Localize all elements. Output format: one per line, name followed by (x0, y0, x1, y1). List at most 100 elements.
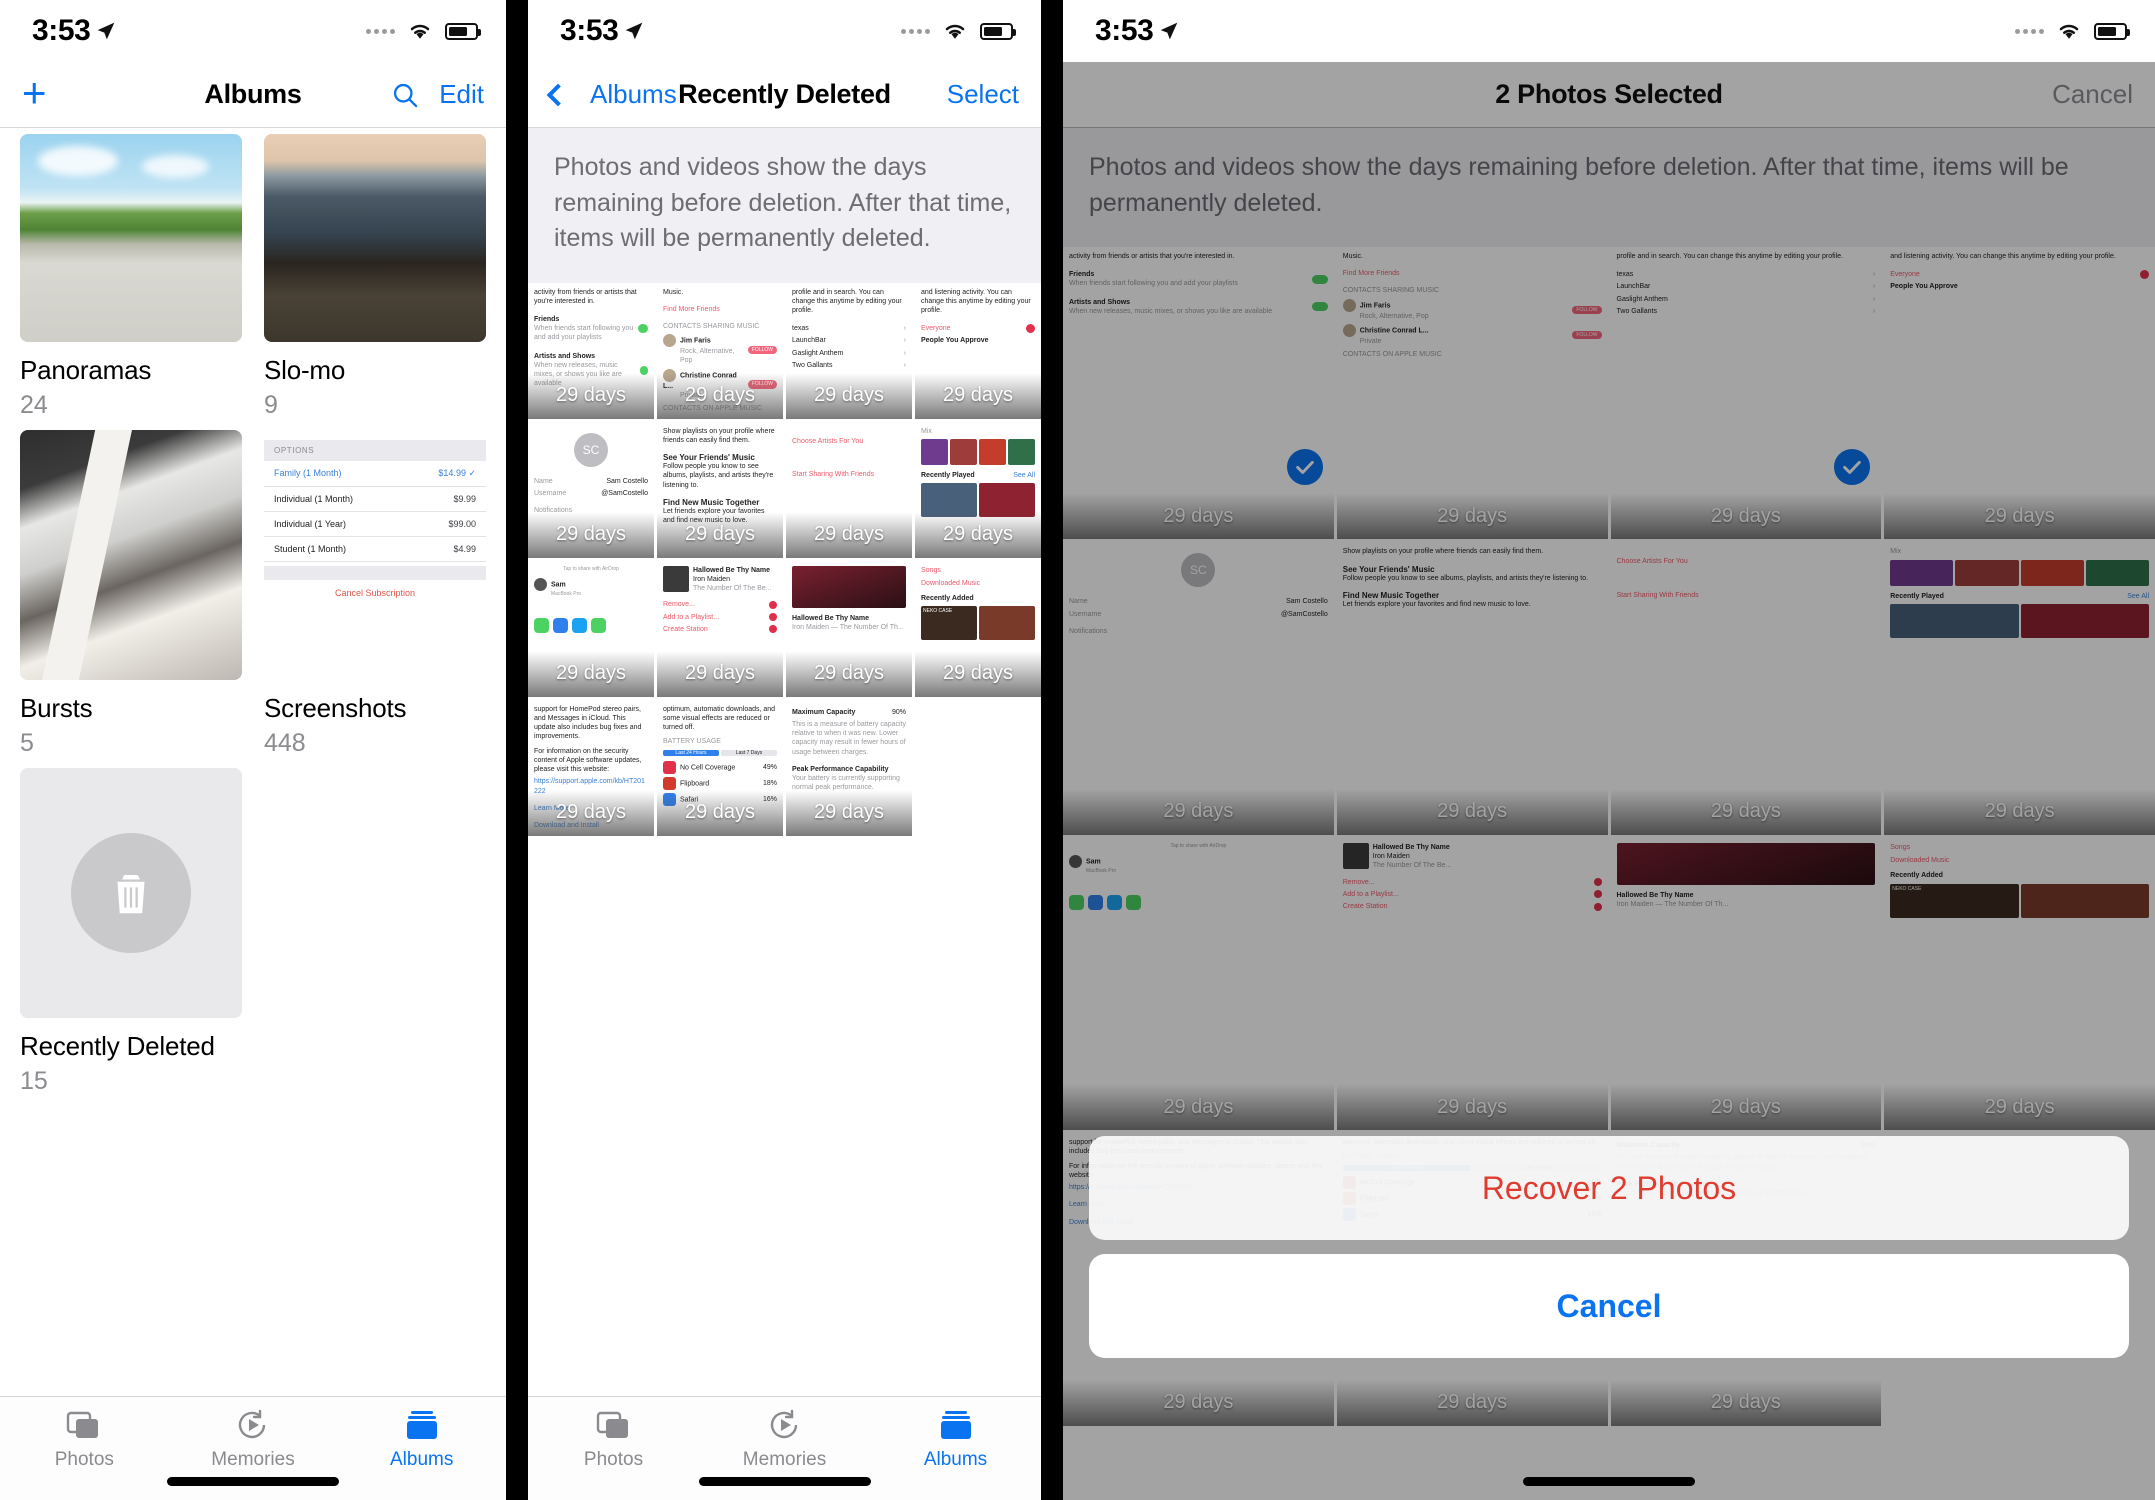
cancel-selection-button[interactable]: Cancel (2052, 79, 2133, 110)
option-price: $14.99 ✓ (438, 468, 476, 478)
back-button[interactable]: Albums (546, 79, 677, 110)
select-button[interactable]: Select (947, 79, 1019, 110)
battery-icon (445, 22, 481, 40)
days-remaining-label: 29 days (657, 511, 783, 558)
panel-divider (1041, 0, 1063, 1500)
days-remaining-label: 29 days (657, 650, 783, 697)
album-name: Recently Deleted (20, 1031, 215, 1061)
divider (264, 566, 486, 580)
days-remaining-label: 29 days (528, 511, 654, 558)
album-thumbnail (20, 768, 242, 1018)
nav-right-1: Edit (391, 79, 484, 110)
deleted-photo-cell[interactable]: Tap to share with AirDrop Sam MacBook Pro… (528, 560, 654, 697)
tab-bar-2: Photos Memories Albums (528, 1396, 1041, 1500)
trash-icon (71, 833, 191, 953)
panel-albums: 3:53 + Albums Edit Panoramas 24 Slo-mo 9… (0, 0, 506, 1500)
home-indicator (1523, 1477, 1695, 1486)
album-thumbnail (20, 430, 242, 680)
signal-dots-icon (366, 28, 395, 34)
three-panel-screenshot: 3:53 + Albums Edit Panoramas 24 Slo-mo 9… (0, 0, 2155, 1500)
days-remaining-label: 29 days (786, 511, 912, 558)
status-right-3 (2015, 21, 2130, 41)
deleted-photo-cell[interactable]: Choose Artists For You Start Sharing Wit… (786, 421, 912, 558)
screenshot-preview: OPTIONS Family (1 Month) $14.99 ✓ Indivi… (264, 430, 486, 680)
tab-label: Albums (923, 1449, 988, 1470)
tab-label: Memories (742, 1449, 827, 1470)
deleted-photo-cell[interactable]: Music. Find More Friends CONTACTS SHARIN… (657, 282, 783, 419)
status-time-3: 3:53 (1095, 14, 1179, 48)
option-label: Family (1 Month) (274, 468, 342, 478)
album-count: 448 (264, 729, 306, 757)
photos-icon (67, 1411, 99, 1438)
deleted-photo-cell[interactable]: activity from friends or artists that yo… (528, 282, 654, 419)
days-remaining-label: 29 days (786, 372, 912, 419)
recover-photos-button[interactable]: Recover 2 Photos (1089, 1136, 2129, 1240)
status-time-1: 3:53 (32, 14, 116, 48)
album-name: Screenshots (264, 693, 407, 723)
battery-icon (980, 22, 1016, 40)
deleted-photo-cell[interactable]: and listening activity. You can change t… (915, 282, 1041, 419)
nav-left-1: + (22, 71, 47, 114)
tab-albums[interactable]: Albums (870, 1409, 1041, 1471)
tab-label: Albums (390, 1449, 454, 1470)
status-time-text: 3:53 (32, 14, 91, 47)
deleted-photo-cell[interactable]: Mix Recently Played See All 29 days (915, 421, 1041, 558)
tab-photos[interactable]: Photos (528, 1409, 699, 1471)
tab-bar-1: Photos Memories Albums (0, 1396, 506, 1500)
tab-label: Memories (211, 1449, 295, 1470)
days-remaining-label: 29 days (786, 650, 912, 697)
album-item-screenshots[interactable]: OPTIONS Family (1 Month) $14.99 ✓ Indivi… (264, 430, 486, 758)
option-label: Student (1 Month) (274, 544, 347, 554)
deleted-photo-cell[interactable]: optimum, automatic downloads, and some v… (657, 699, 783, 836)
signal-dots-icon (901, 28, 930, 34)
nav-right-2: Select (947, 79, 1019, 110)
memories-icon (770, 1409, 797, 1439)
home-indicator (698, 1477, 871, 1486)
album-item-recently-deleted[interactable]: Recently Deleted 15 (20, 768, 242, 1096)
deleted-photo-cell[interactable]: Hallowed Be Thy Name Iron Maiden — The N… (786, 560, 912, 697)
cancel-subscription-label: Cancel Subscription (334, 588, 416, 598)
album-item-panoramas[interactable]: Panoramas 24 (20, 134, 242, 420)
tab-photos[interactable]: Photos (0, 1409, 169, 1471)
album-item-bursts[interactable]: Bursts 5 (20, 430, 242, 758)
panel-selection: 3:53 2 Photos Selected Cancel Photos and… (1063, 0, 2155, 1500)
search-icon[interactable] (391, 81, 419, 109)
tab-albums[interactable]: Albums (337, 1409, 506, 1471)
days-remaining-label: 29 days (915, 372, 1041, 419)
days-remaining-label: 29 days (786, 789, 912, 836)
chevron-left-icon (546, 83, 570, 106)
option-row: Individual (1 Month) $9.99 (264, 487, 486, 512)
days-remaining-label: 29 days (528, 372, 654, 419)
deleted-photo-cell[interactable]: Hallowed Be Thy Name Iron Maiden The Numbe… (657, 560, 783, 697)
sheet-cancel-button[interactable]: Cancel (1089, 1254, 2129, 1358)
back-label: Albums (590, 79, 677, 109)
albums-scroll-area[interactable]: Panoramas 24 Slo-mo 9 Bursts 5 OPTIONS F… (0, 128, 506, 1396)
option-price: $4.99 (453, 544, 476, 554)
deleted-photo-cell[interactable]: SC Name Sam Costello Username @SamCostello… (528, 421, 654, 558)
tab-memories[interactable]: Memories (169, 1409, 338, 1471)
option-price: $9.99 (453, 494, 476, 504)
status-right-2 (901, 21, 1016, 41)
album-thumbnail: OPTIONS Family (1 Month) $14.99 ✓ Indivi… (264, 430, 486, 680)
deleted-photo-cell[interactable]: Songs Downloaded Music Recently Added NE… (915, 560, 1041, 697)
location-arrow-icon (1161, 22, 1178, 40)
album-name: Slo-mo (264, 355, 346, 385)
edit-button[interactable]: Edit (439, 79, 484, 110)
albums-icon (406, 1411, 437, 1439)
status-bar-3: 3:53 (1063, 0, 2155, 62)
deleted-photo-cell[interactable]: Show playlists on your profile where fri… (657, 421, 783, 558)
option-row: Individual (1 Year) $99.00 (264, 512, 486, 537)
deleted-photo-cell[interactable]: support for HomePod stereo pairs, and Me… (528, 699, 654, 836)
album-name: Bursts (20, 693, 93, 723)
recover-action-sheet: Recover 2 Photos Cancel (1089, 1136, 2129, 1372)
days-remaining-label: 29 days (528, 650, 654, 697)
home-indicator (167, 1477, 339, 1486)
option-price: $99.00 (448, 519, 476, 529)
retention-note: Photos and videos show the days remainin… (528, 128, 1041, 283)
deleted-photo-cell[interactable]: Maximum Capacity90% This is a measure of… (786, 699, 912, 836)
deleted-photo-cell[interactable]: profile and in search. You can change th… (786, 282, 912, 419)
album-item-slomo[interactable]: Slo-mo 9 (264, 134, 486, 420)
add-album-button[interactable]: + (22, 71, 47, 114)
deleted-photos-grid: activity from friends or artists that yo… (528, 282, 1041, 836)
tab-memories[interactable]: Memories (699, 1409, 870, 1471)
